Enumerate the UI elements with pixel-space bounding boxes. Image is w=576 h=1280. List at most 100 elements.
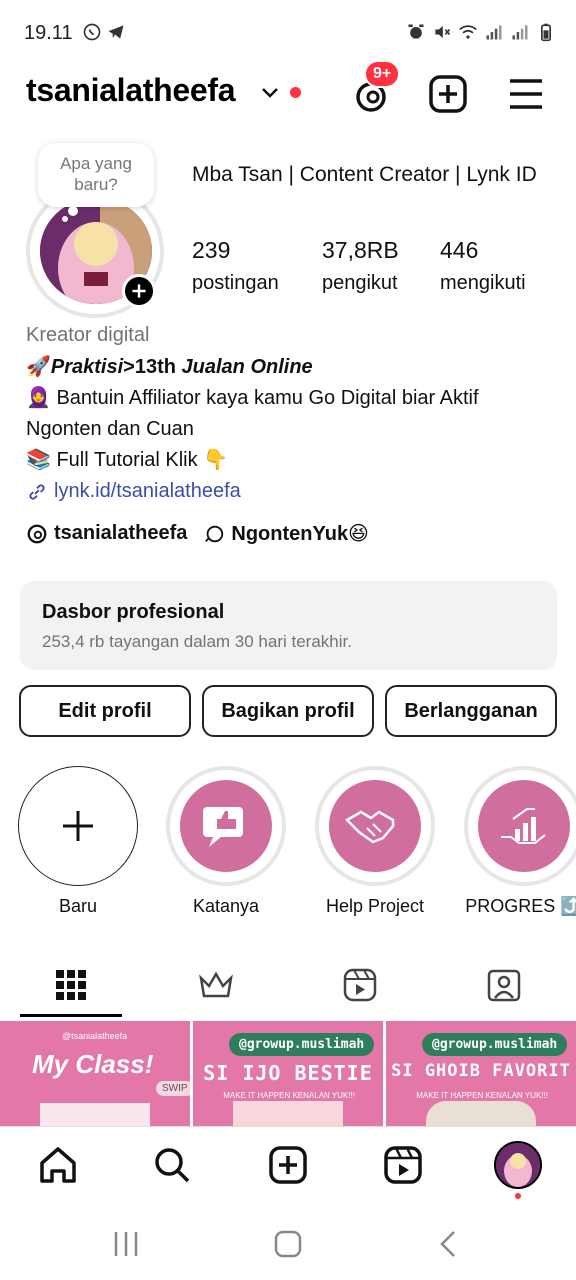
stat-label: postingan: [192, 272, 279, 294]
stat-label: mengikuti: [440, 272, 526, 294]
channel-name[interactable]: NgontenYuk😆: [231, 521, 369, 546]
post-title: SI IJO BESTIE: [203, 1061, 373, 1085]
highlight-cover: [329, 780, 421, 872]
grid-post[interactable]: @growup.muslimah SI IJO BESTIE MAKE IT H…: [193, 1021, 383, 1126]
profile-bio: 🚀Praktisi>13th Jualan Online 🧕 Bantuin A…: [26, 352, 556, 507]
post-title: My Class!: [32, 1049, 154, 1079]
highlight-circle: [166, 766, 286, 886]
back-icon[interactable]: [432, 1226, 468, 1262]
profile-link[interactable]: lynk.id/tsanialatheefa: [26, 476, 556, 507]
dashboard-subtitle: 253,4 rb tayangan dalam 30 hari terakhir…: [42, 632, 352, 651]
post-handle: @growup.muslimah: [229, 1033, 375, 1056]
whatsapp-icon: [83, 23, 101, 41]
post-tag: MAKE IT HAPPEN KENALAN YUK!!!: [416, 1091, 548, 1100]
highlight-new[interactable]: Baru: [18, 766, 138, 917]
wifi-icon: [459, 25, 477, 39]
tab-subscriber-content[interactable]: [165, 952, 267, 1018]
link-icon: [29, 483, 45, 500]
stat-label: pengikut: [322, 272, 398, 294]
tab-grid[interactable]: [20, 952, 122, 1018]
channel-link[interactable]: NgontenYuk😆: [203, 521, 369, 546]
tab-reels[interactable]: [309, 952, 411, 1018]
bio-bold: >13th: [123, 356, 182, 378]
profile-nav-dot: [515, 1193, 521, 1199]
highlight-new-circle: [18, 766, 138, 886]
profile-category: Kreator digital: [26, 324, 150, 346]
status-right-icons: [406, 22, 556, 42]
recent-apps-icon[interactable]: [108, 1226, 144, 1262]
stat-posts[interactable]: 239 postingan: [192, 236, 279, 295]
highlight-progres[interactable]: PROGRES ⤴️: [464, 766, 576, 917]
home-icon[interactable]: [38, 1145, 78, 1185]
threads-handle[interactable]: tsanialatheefa: [54, 522, 187, 545]
signal-icon: [512, 25, 528, 40]
growth-chart-icon: [501, 808, 546, 844]
professional-dashboard[interactable]: Dasbor profesional 253,4 rb tayangan dal…: [20, 581, 557, 670]
posts-grid: @tsanialatheefa My Class! SWIP @growup.m…: [0, 1021, 576, 1126]
highlight-katanya[interactable]: Katanya: [166, 766, 286, 917]
highlight-label: Baru: [58, 896, 98, 916]
highlight-label: PROGRES ⤴️: [465, 896, 576, 916]
handshake-icon: [345, 810, 395, 844]
dashboard-title: Dasbor profesional: [42, 601, 225, 623]
battery-icon: [541, 23, 551, 42]
edit-profile-button[interactable]: Edit profil: [19, 685, 191, 737]
alarm-icon: [408, 24, 424, 39]
status-left-icons: [82, 22, 126, 42]
subscribe-button[interactable]: Berlangganan: [385, 685, 557, 737]
home-button-icon[interactable]: [270, 1226, 306, 1262]
tagged-person-icon: [487, 969, 521, 1002]
signal-icon: [486, 25, 502, 40]
rocket-emoji: 🚀: [26, 356, 51, 378]
stat-value: 239: [192, 237, 231, 263]
add-post-icon[interactable]: [428, 74, 468, 114]
note-tail: [62, 216, 68, 222]
profile-nav-avatar[interactable]: [494, 1141, 542, 1189]
bio-line-2: 🧕 Bantuin Affiliator kaya kamu Go Digita…: [26, 387, 479, 440]
unread-dot: [290, 87, 301, 98]
tab-tagged[interactable]: [453, 952, 555, 1018]
add-story-icon[interactable]: [122, 274, 156, 308]
reels-icon: [343, 968, 377, 1002]
reels-icon[interactable]: [383, 1145, 423, 1185]
post-decor: [426, 1101, 536, 1126]
threads-profile-link[interactable]: tsanialatheefa: [26, 522, 187, 545]
stat-following[interactable]: 446 mengikuti: [440, 236, 526, 295]
highlight-label: Katanya: [192, 896, 260, 916]
profile-link-text[interactable]: lynk.id/tsanialatheefa: [54, 476, 241, 507]
post-decor: [233, 1101, 343, 1126]
stat-followers[interactable]: 37,8RB pengikut: [322, 236, 399, 295]
chevron-down-icon[interactable]: [258, 80, 282, 104]
grid-post[interactable]: @growup.muslimah SI GHOIB FAVORIT MAKE I…: [386, 1021, 576, 1126]
crown-icon: [199, 971, 233, 998]
highlight-cover: [478, 780, 570, 872]
social-links-row: tsanialatheefa NgontenYuk😆: [26, 521, 385, 546]
status-time: 19.11: [24, 22, 73, 44]
system-navigation-bar: [0, 1208, 576, 1280]
search-icon[interactable]: [152, 1145, 192, 1185]
plus-icon: [63, 811, 93, 841]
create-post-icon[interactable]: [268, 1145, 308, 1185]
avatar-illustration: [496, 1143, 540, 1187]
bio-italic: Praktisi: [50, 356, 124, 378]
post-tag: MAKE IT HAPPEN KENALAN YUK!!!: [223, 1091, 355, 1100]
highlight-help-project[interactable]: Help Project: [315, 766, 435, 917]
profile-header: tsanialatheefa 9+: [0, 60, 576, 122]
status-bar: 19.11: [0, 0, 576, 66]
bottom-navigation: [0, 1126, 576, 1208]
highlight-cover: [180, 780, 272, 872]
note-bubble[interactable]: Apa yang baru?: [38, 143, 154, 207]
note-tail: [68, 206, 78, 216]
post-title: SI GHOIB FAVORIT: [391, 1061, 571, 1081]
telegram-icon: [108, 25, 124, 39]
grid-post[interactable]: @tsanialatheefa My Class! SWIP: [0, 1021, 190, 1126]
username-title[interactable]: tsanialatheefa: [26, 72, 236, 109]
display-name: Mba Tsan | Content Creator | Lynk ID: [192, 163, 537, 186]
post-tag: SWIP: [156, 1081, 190, 1096]
active-tab-indicator: [20, 1014, 122, 1017]
channel-chat-icon: [205, 525, 224, 542]
menu-icon[interactable]: [506, 74, 546, 114]
mute-icon: [435, 26, 451, 38]
stat-value: 37,8RB: [322, 237, 399, 263]
share-profile-button[interactable]: Bagikan profil: [202, 685, 374, 737]
